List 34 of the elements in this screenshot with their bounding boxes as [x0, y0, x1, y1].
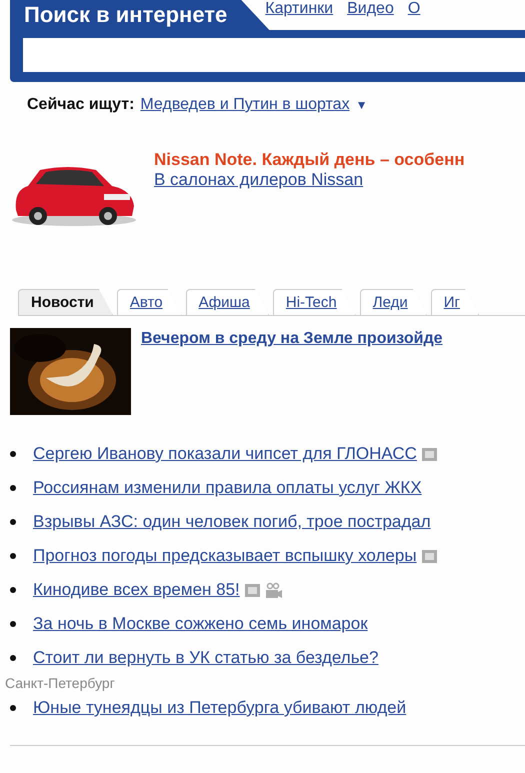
news-link[interactable]: Кинодиве всех времен 85! — [33, 580, 240, 600]
search-field[interactable] — [23, 38, 525, 72]
tab[interactable]: Авто — [116, 289, 182, 315]
tab[interactable]: Hi-Tech — [272, 289, 356, 315]
news-link[interactable]: Россиянам изменили правила оплаты услуг ЖКХ — [33, 478, 422, 498]
ad-headline: Nissan Note. Каждый день – особенн — [154, 150, 465, 170]
search-tab-link[interactable]: О — [408, 0, 420, 18]
news-link[interactable]: Сергею Иванову показали чипсет для ГЛОНАСС — [33, 444, 417, 464]
bullet — [10, 621, 16, 627]
news-link[interactable]: Взрывы АЗС: один человек погиб, трое пострадал — [33, 512, 431, 532]
bullet — [10, 655, 16, 661]
region-label: Санкт-Петербург — [4, 675, 116, 691]
news-link[interactable]: За ночь в Москве сожжено семь иномарок — [33, 614, 368, 634]
bullet — [10, 705, 16, 711]
search-tab-link[interactable]: Видео — [347, 0, 394, 18]
news-link[interactable]: Прогноз погоды предсказывает вспышку холеры — [33, 546, 417, 566]
bullet — [10, 553, 16, 559]
tab[interactable]: Леди — [360, 289, 427, 315]
ad-link[interactable]: В салонах дилеров Nissan — [154, 170, 465, 190]
feature-headline[interactable]: Вечером в среду на Земле произойде — [141, 330, 443, 415]
trending-label: Сейчас ищут: — [27, 96, 134, 114]
tab[interactable]: Новости — [18, 289, 113, 315]
tab[interactable]: Афиша — [186, 289, 269, 315]
news-link[interactable]: Юные тунеядцы из Петербурга убивают людей — [33, 698, 406, 718]
bullet — [10, 451, 16, 457]
dropdown-toggle[interactable]: ▼ — [356, 98, 368, 112]
search-title: Поиск в интернете — [23, 4, 228, 29]
bullet — [10, 485, 16, 491]
bullet — [10, 519, 16, 525]
trending-link[interactable]: Медведев и Путин в шортах — [140, 96, 350, 114]
tab[interactable]: Иг — [430, 289, 480, 315]
search-tab-link[interactable]: Картинки — [265, 0, 334, 18]
news-link[interactable]: Стоит ли вернуть в УК статью за безделье? — [33, 648, 378, 668]
bullet — [10, 587, 16, 593]
